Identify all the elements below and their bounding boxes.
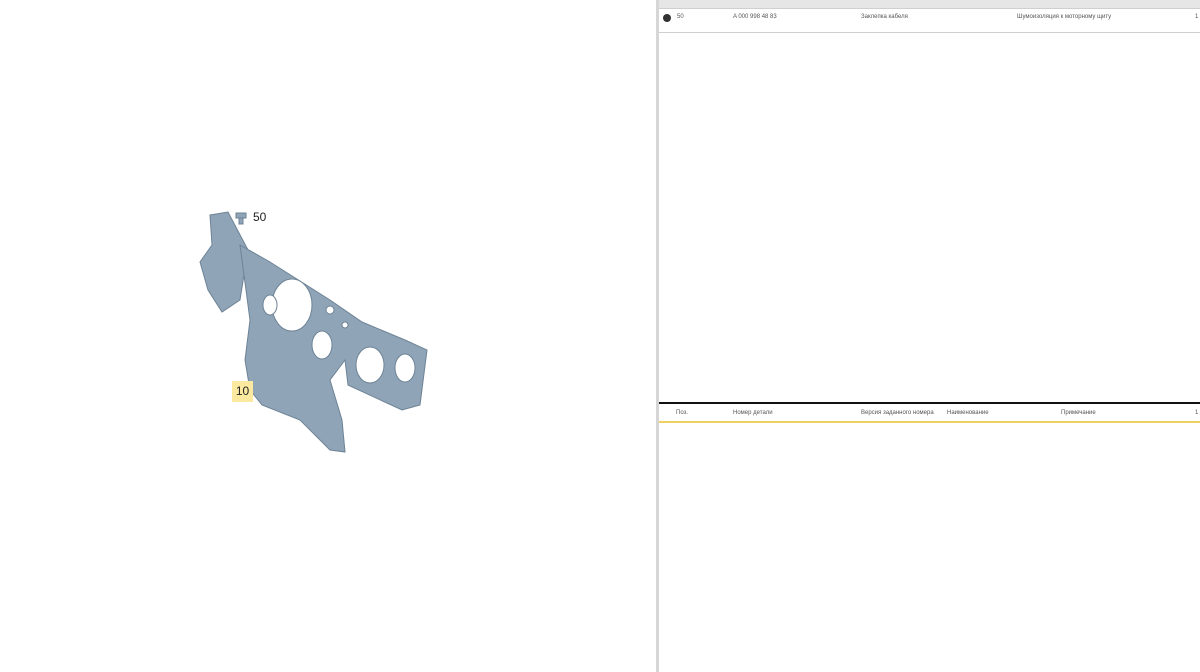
parts-panel: 50 A 000 998 48 83 Заклепка кабеля Шумои… (659, 0, 1200, 672)
clip-icon (235, 212, 247, 225)
cell-part-number: A 000 998 48 83 (733, 14, 777, 20)
callout-50[interactable]: 50 (253, 210, 266, 224)
callout-10[interactable]: 10 (232, 381, 253, 402)
header-pos[interactable]: Поз. (676, 410, 688, 416)
cell-note: Шумоизоляция к моторному щиту (1017, 14, 1112, 20)
table-row[interactable]: 50 A 000 998 48 83 Заклепка кабеля Шумои… (659, 9, 1200, 33)
header-part-number[interactable]: Номер детали (733, 410, 773, 416)
cell-name: Заклепка кабеля (861, 14, 908, 20)
header-qty[interactable]: 1 (1195, 410, 1198, 416)
header-version[interactable]: Версия заданного номера (861, 410, 934, 416)
diagram-panel: 50 10 (0, 0, 656, 672)
cell-pos: 50 (677, 14, 684, 20)
info-icon[interactable] (663, 14, 671, 22)
cell-qty: 1 (1195, 14, 1199, 20)
part-illustration (199, 211, 428, 453)
header-note[interactable]: Примечание (1061, 410, 1096, 416)
toolbar (659, 0, 1200, 9)
table-header: Поз. Номер детали Версия заданного номер… (659, 402, 1200, 423)
header-name[interactable]: Наименование (947, 410, 989, 416)
